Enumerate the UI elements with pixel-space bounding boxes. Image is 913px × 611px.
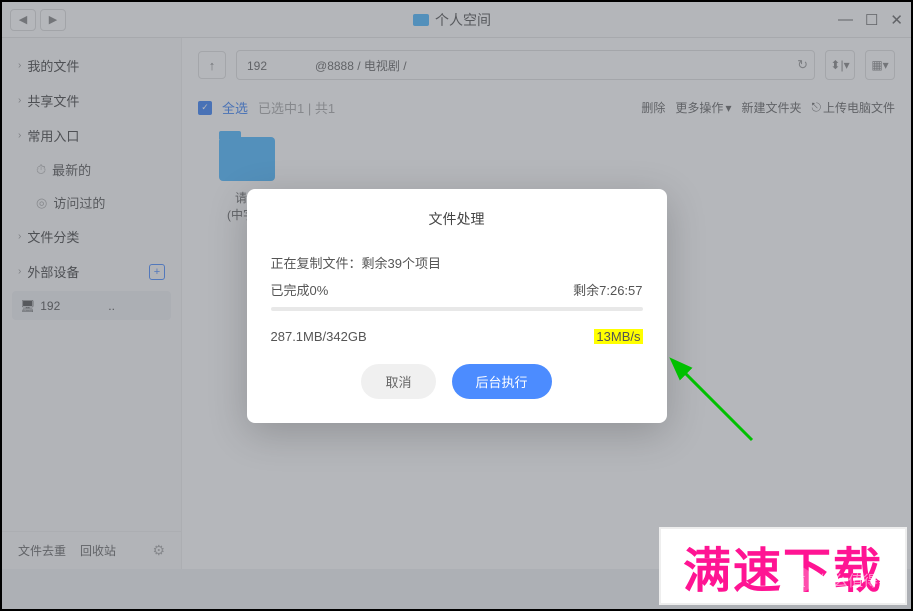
progress-percent: 已完成0% bbox=[271, 280, 329, 299]
progress-bar bbox=[271, 307, 643, 311]
dialog-title: 文件处理 bbox=[271, 209, 643, 229]
annotation-banner: 满速下载 bbox=[659, 527, 907, 605]
background-button[interactable]: 后台执行 bbox=[452, 364, 552, 399]
copying-status: 正在复制文件：剩余39个项目 bbox=[271, 253, 441, 272]
size-progress: 287.1MB/342GB bbox=[271, 329, 367, 344]
time-remaining: 剩余7:26:57 bbox=[573, 280, 642, 299]
modal-overlay: 文件处理 正在复制文件：剩余39个项目 已完成0% 剩余7:26:57 287.… bbox=[2, 2, 911, 609]
file-progress-dialog: 文件处理 正在复制文件：剩余39个项目 已完成0% 剩余7:26:57 287.… bbox=[247, 189, 667, 423]
transfer-speed: 13MB/s bbox=[594, 329, 642, 344]
cancel-button[interactable]: 取消 bbox=[361, 364, 435, 399]
